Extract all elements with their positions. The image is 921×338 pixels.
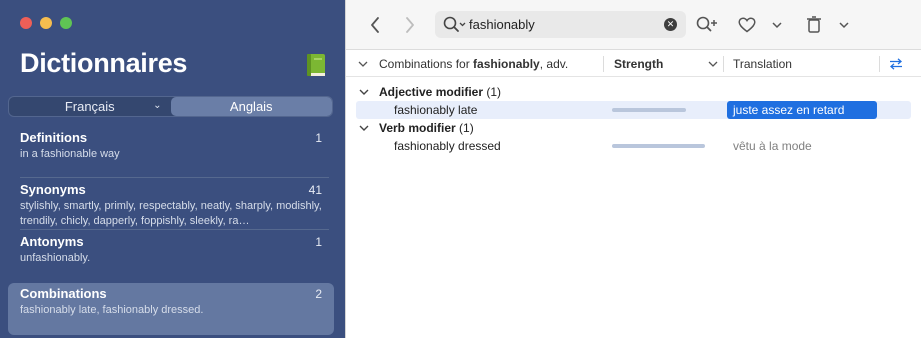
tab-anglais[interactable]: Anglais [170,97,332,116]
main-panel: ✕ [345,0,921,338]
chevron-down-icon [772,22,782,29]
chevron-left-icon [371,17,379,33]
group-count: (1) [459,121,474,135]
app-title: Dictionnaires [20,48,188,78]
chevron-down-icon [358,61,368,67]
chevron-down-icon [708,61,718,67]
tab-francais[interactable]: Français ⌄ [9,97,171,116]
row-translation[interactable]: juste assez en retard [727,101,877,119]
row-phrase: fashionably dressed [394,139,501,153]
group-name: Adjective modifier [379,85,484,99]
close-window-button[interactable] [20,17,32,29]
column-strength-label: Strength [614,57,664,71]
section-title: Antonyms [20,234,84,249]
section-title: Definitions [20,130,88,145]
favorite-menu-button[interactable] [765,13,789,37]
search-icon[interactable] [443,16,467,33]
add-search-button[interactable] [695,13,719,37]
search-field[interactable]: ✕ [435,11,686,38]
heart-icon [738,17,756,33]
section-count: 1 [315,235,322,249]
zoom-window-button[interactable] [60,17,72,29]
dictionary-book-icon [307,54,325,76]
swap-arrows-icon [890,58,902,70]
language-segmented-control: Français ⌄ Anglais [8,96,333,117]
chevron-right-icon [406,17,414,33]
column-strength[interactable]: Strength [614,51,663,77]
section-combinations[interactable]: Combinations 2 fashionably late, fashion… [20,286,325,318]
strength-bar [612,108,686,112]
column-combinations-prefix: Combinations for [379,57,474,71]
swap-languages-button[interactable] [889,51,903,77]
back-button[interactable] [363,13,387,37]
section-title: Combinations [20,286,107,301]
zoom-in-search-icon [696,16,717,32]
section-count: 2 [315,287,322,301]
section-antonyms[interactable]: Antonyms 1 unfashionably. [20,234,325,266]
divider [20,177,329,178]
section-synonyms[interactable]: Synonyms 41 stylishly, smartly, primly, … [20,182,325,229]
row-phrase: fashionably late [394,103,478,117]
favorite-button[interactable] [735,13,759,37]
group-name: Verb modifier [379,121,456,135]
column-combinations-suffix: , adv. [539,57,569,71]
column-combinations[interactable]: Combinations for fashionably, adv. [379,51,568,77]
column-translation-label: Translation [733,57,792,71]
chevron-down-icon [839,22,849,29]
group-adjective-modifier[interactable]: Adjective modifier (1) [346,83,921,101]
toolbar: ✕ [346,0,921,50]
section-description: stylishly, smartly, primly, respectably,… [20,200,322,227]
clear-search-button[interactable]: ✕ [664,18,677,31]
table-row[interactable]: fashionably late juste assez en retard [356,101,911,119]
window-controls [20,17,72,29]
column-header: Combinations for fashionably, adv. Stren… [346,51,921,77]
chevron-down-icon[interactable] [359,88,369,96]
row-translation[interactable]: vêtu à la mode [733,137,812,155]
sort-strength-toggle[interactable] [708,51,718,77]
section-description: fashionably late, fashionably dressed. [20,304,204,316]
delete-button[interactable] [802,13,826,37]
column-combinations-word: fashionably [473,57,540,71]
trash-icon [807,16,821,33]
section-count: 41 [308,183,322,197]
tab-anglais-label: Anglais [229,99,273,114]
minimize-window-button[interactable] [40,17,52,29]
table-row[interactable]: fashionably dressed vêtu à la mode [356,137,911,155]
column-separator [603,56,604,72]
tab-francais-label: Français [64,99,115,114]
column-separator [723,56,724,72]
chevron-down-icon[interactable]: ⌄ [153,100,161,111]
section-definitions[interactable]: Definitions 1 in a fashionable way [20,130,325,162]
strength-bar [612,144,705,148]
section-count: 1 [315,131,322,145]
group-count: (1) [486,85,502,99]
forward-button[interactable] [398,13,422,37]
chevron-down-icon[interactable] [359,124,369,132]
divider [20,229,329,230]
column-translation[interactable]: Translation [733,51,792,77]
group-verb-modifier[interactable]: Verb modifier (1) [346,119,921,137]
search-input[interactable] [469,15,659,34]
column-separator [879,56,880,72]
collapse-all-toggle[interactable] [358,51,368,77]
sidebar: Dictionnaires Français ⌄ Anglais Definit… [0,0,345,338]
section-title: Synonyms [20,182,86,197]
delete-menu-button[interactable] [832,13,856,37]
section-description: unfashionably. [20,252,91,264]
section-description: in a fashionable way [20,148,120,160]
